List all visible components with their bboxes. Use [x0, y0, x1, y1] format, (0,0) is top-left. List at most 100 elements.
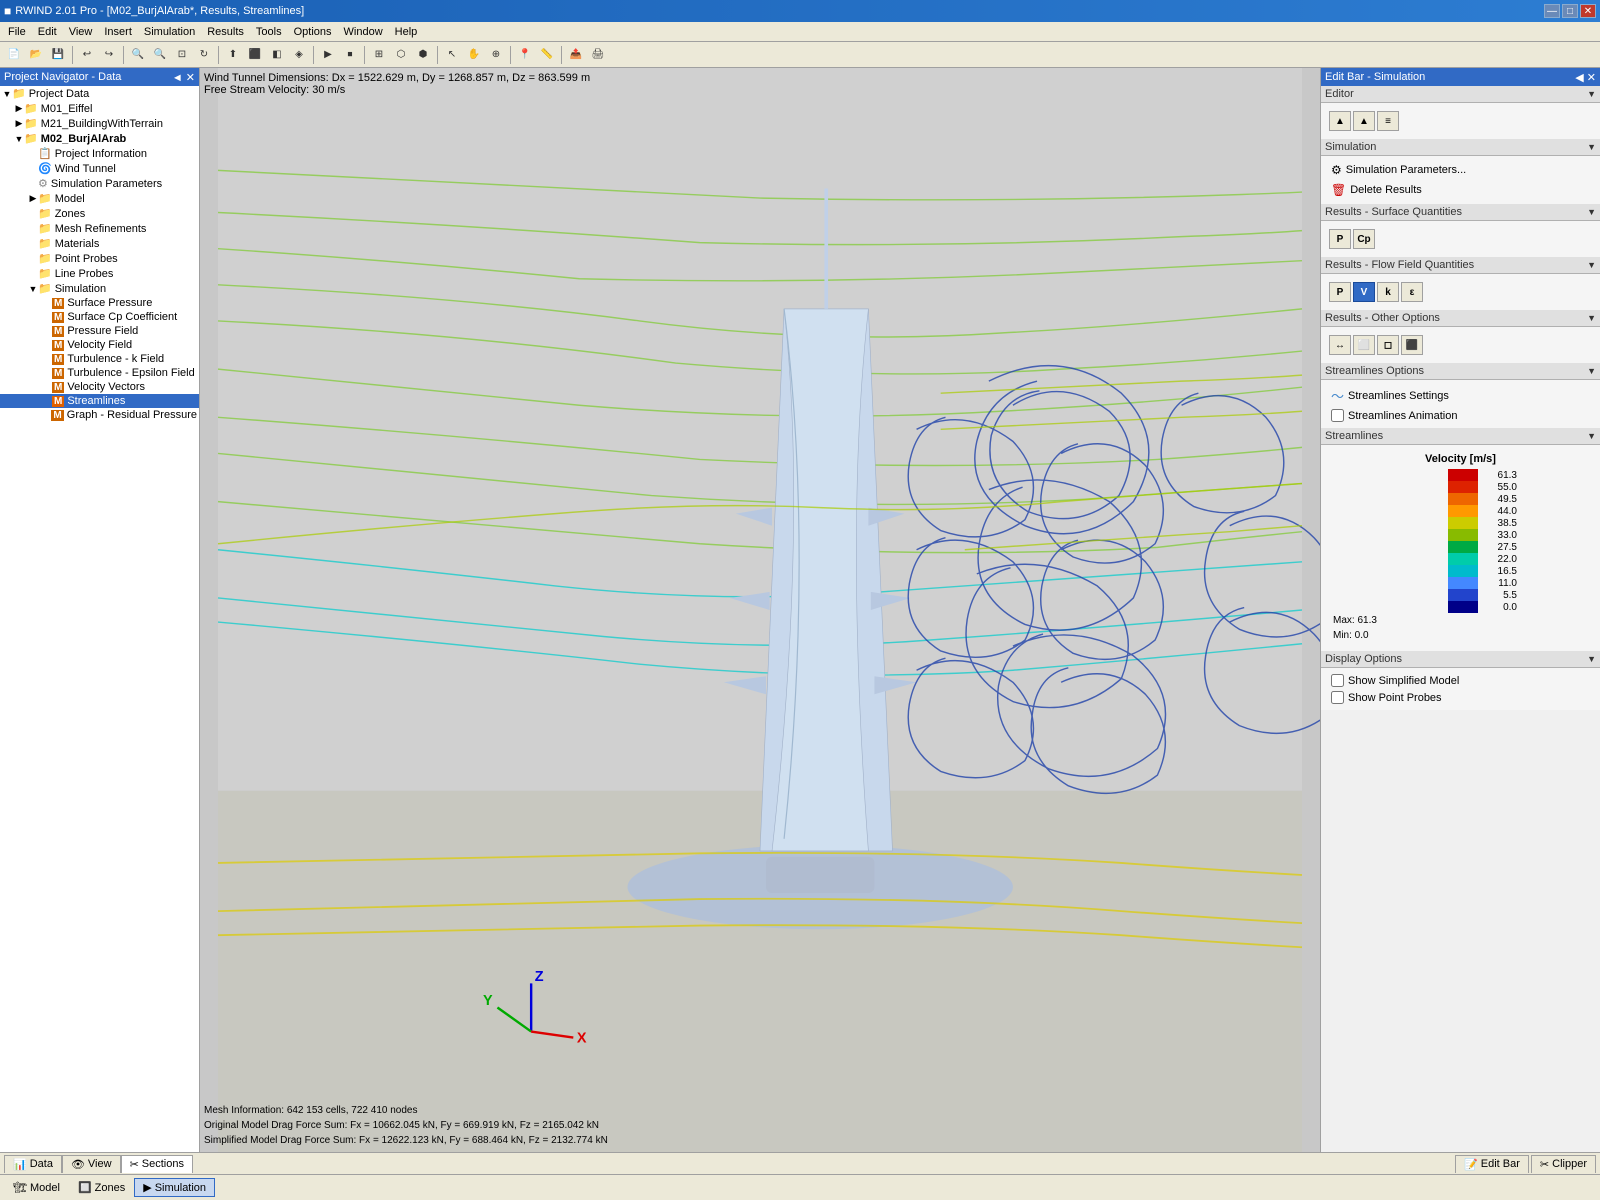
streamlines-animation-item[interactable]: Streamlines Animation — [1325, 407, 1596, 424]
sq-p-btn[interactable]: P — [1329, 229, 1351, 249]
tree-simparam[interactable]: ⚙ Simulation Parameters — [0, 176, 199, 191]
tree-surfcp[interactable]: M Surface Cp Coefficient — [0, 310, 199, 324]
expand-m21[interactable]: ▶ — [14, 118, 24, 129]
tree-simulation[interactable]: ▼ 📁 Simulation — [0, 281, 199, 296]
toolbar-view-side[interactable]: ◧ — [267, 45, 287, 65]
streamlines-settings-item[interactable]: 〜 Streamlines Settings — [1325, 384, 1596, 407]
section-streamlines-options[interactable]: Streamlines Options ▼ — [1321, 363, 1600, 380]
toolbar-select[interactable]: ↖ — [442, 45, 462, 65]
streamlines-animation-checkbox[interactable] — [1331, 409, 1344, 422]
sq-cp-btn[interactable]: Cp — [1353, 229, 1375, 249]
tree-lineprobes[interactable]: 📁 Line Probes — [0, 266, 199, 281]
section-streamlines-legend[interactable]: Streamlines ▼ — [1321, 428, 1600, 445]
tree-projinfo[interactable]: 📋 Project Information — [0, 146, 199, 161]
section-flow-field[interactable]: Results - Flow Field Quantities ▼ — [1321, 257, 1600, 274]
expand-m01[interactable]: ▶ — [14, 103, 24, 114]
section-display-options[interactable]: Display Options ▼ — [1321, 651, 1600, 668]
tree-project-data[interactable]: ▼ 📁 Project Data — [0, 86, 199, 101]
maximize-button[interactable]: □ — [1562, 4, 1578, 18]
btm-model-btn[interactable]: 🏗 Model — [4, 1178, 69, 1197]
editor-up1-btn[interactable]: ▲ — [1329, 111, 1351, 131]
toolbar-export[interactable]: 📤 — [566, 45, 586, 65]
toolbar-view-front[interactable]: ⬛ — [245, 45, 265, 65]
tree-model[interactable]: ▶ 📁 Model — [0, 191, 199, 206]
show-point-probes-item[interactable]: Show Point Probes — [1325, 689, 1596, 706]
expand-simulation[interactable]: ▼ — [28, 284, 38, 294]
tree-surfpressure[interactable]: M Surface Pressure — [0, 296, 199, 310]
ff-k-btn[interactable]: k — [1377, 282, 1399, 302]
toolbar-print[interactable]: 🖨 — [588, 45, 608, 65]
expand-project-data[interactable]: ▼ — [2, 89, 12, 99]
menu-options[interactable]: Options — [288, 24, 338, 40]
menu-results[interactable]: Results — [201, 24, 250, 40]
toolbar-probe[interactable]: 📍 — [515, 45, 535, 65]
btm-zones-btn[interactable]: 🔲 Zones — [69, 1178, 134, 1197]
section-simulation[interactable]: Simulation ▼ — [1321, 139, 1600, 156]
oo-btn4[interactable]: ⬛ — [1401, 335, 1423, 355]
section-editor[interactable]: Editor ▼ — [1321, 86, 1600, 103]
ff-eps-btn[interactable]: ε — [1401, 282, 1423, 302]
clipper-tab[interactable]: ✂ Clipper — [1531, 1155, 1596, 1173]
tree-pointprobes[interactable]: 📁 Point Probes — [0, 251, 199, 266]
tab-data[interactable]: 📊 Data — [4, 1155, 62, 1173]
section-surface-quantities[interactable]: Results - Surface Quantities ▼ — [1321, 204, 1600, 221]
toolbar-mesh[interactable]: ⊞ — [369, 45, 389, 65]
tree-zones[interactable]: 📁 Zones — [0, 206, 199, 221]
menu-file[interactable]: File — [2, 24, 32, 40]
toolbar-view-top[interactable]: ⬆ — [223, 45, 243, 65]
sim-params-action[interactable]: ⚙ Simulation Parameters... — [1325, 160, 1596, 180]
show-simplified-model-item[interactable]: Show Simplified Model — [1325, 672, 1596, 689]
ff-v-btn[interactable]: V — [1353, 282, 1375, 302]
tree-turbepsfield[interactable]: M Turbulence - Epsilon Field — [0, 366, 199, 380]
menu-help[interactable]: Help — [389, 24, 424, 40]
toolbar-zoom-rect[interactable]: ⊕ — [486, 45, 506, 65]
oo-btn1[interactable]: ↔ — [1329, 335, 1351, 355]
tree-turbkfield[interactable]: M Turbulence - k Field — [0, 352, 199, 366]
tree-materials[interactable]: 📁 Materials — [0, 236, 199, 251]
tree-streamlines[interactable]: M Streamlines — [0, 394, 199, 408]
toolbar-wireframe[interactable]: ⬡ — [391, 45, 411, 65]
tree-meshrefs[interactable]: 📁 Mesh Refinements — [0, 221, 199, 236]
btm-simulation-btn[interactable]: ▶ Simulation — [134, 1178, 215, 1197]
toolbar-save[interactable]: 💾 — [48, 45, 68, 65]
tab-view[interactable]: 👁 View — [62, 1155, 121, 1173]
expand-model[interactable]: ▶ — [28, 193, 38, 204]
show-point-probes-checkbox[interactable] — [1331, 691, 1344, 704]
tree-graphresid[interactable]: M Graph - Residual Pressure — [0, 408, 199, 422]
menu-insert[interactable]: Insert — [98, 24, 138, 40]
toolbar-stop[interactable]: ⏹ — [340, 45, 360, 65]
oo-btn3[interactable]: ◻ — [1377, 335, 1399, 355]
oo-btn2[interactable]: ⬜ — [1353, 335, 1375, 355]
tree-velvectors[interactable]: M Velocity Vectors — [0, 380, 199, 394]
editbar-tab[interactable]: 📝 Edit Bar — [1455, 1155, 1529, 1173]
toolbar-open[interactable]: 📂 — [26, 45, 46, 65]
tree-pressfield[interactable]: M Pressure Field — [0, 324, 199, 338]
close-button[interactable]: ✕ — [1580, 4, 1596, 18]
tab-sections[interactable]: ✂ Sections — [121, 1155, 193, 1173]
toolbar-redo[interactable]: ↪ — [99, 45, 119, 65]
menu-view[interactable]: View — [63, 24, 99, 40]
menu-window[interactable]: Window — [338, 24, 389, 40]
tree-m01[interactable]: ▶ 📁 M01_Eiffel — [0, 101, 199, 116]
viewport[interactable]: Z Y X Wind Tunnel Dimensions: Dx = 1522.… — [200, 68, 1320, 1152]
tree-m21[interactable]: ▶ 📁 M21_BuildingWithTerrain — [0, 116, 199, 131]
toolbar-rotate[interactable]: ↻ — [194, 45, 214, 65]
toolbar-undo[interactable]: ↩ — [77, 45, 97, 65]
expand-m02[interactable]: ▼ — [14, 134, 24, 144]
tree-m02[interactable]: ▼ 📁 M02_BurjAlArab — [0, 131, 199, 146]
menu-tools[interactable]: Tools — [250, 24, 288, 40]
editor-list-btn[interactable]: ≡ — [1377, 111, 1399, 131]
right-panel-controls[interactable]: ◀ ✕ — [1575, 71, 1596, 84]
3d-canvas[interactable] — [200, 68, 1320, 1152]
minimize-button[interactable]: — — [1544, 4, 1560, 18]
ff-p-btn[interactable]: P — [1329, 282, 1351, 302]
delete-results-action[interactable]: 🗑 Delete Results — [1325, 180, 1596, 200]
tree-windtunnel[interactable]: 🌀 Wind Tunnel — [0, 161, 199, 176]
toolbar-zoom-in[interactable]: 🔍 — [128, 45, 148, 65]
section-other-options[interactable]: Results - Other Options ▼ — [1321, 310, 1600, 327]
toolbar-run[interactable]: ▶ — [318, 45, 338, 65]
toolbar-measure[interactable]: 📏 — [537, 45, 557, 65]
menu-simulation[interactable]: Simulation — [138, 24, 201, 40]
menu-edit[interactable]: Edit — [32, 24, 63, 40]
tree-velfield[interactable]: M Velocity Field — [0, 338, 199, 352]
